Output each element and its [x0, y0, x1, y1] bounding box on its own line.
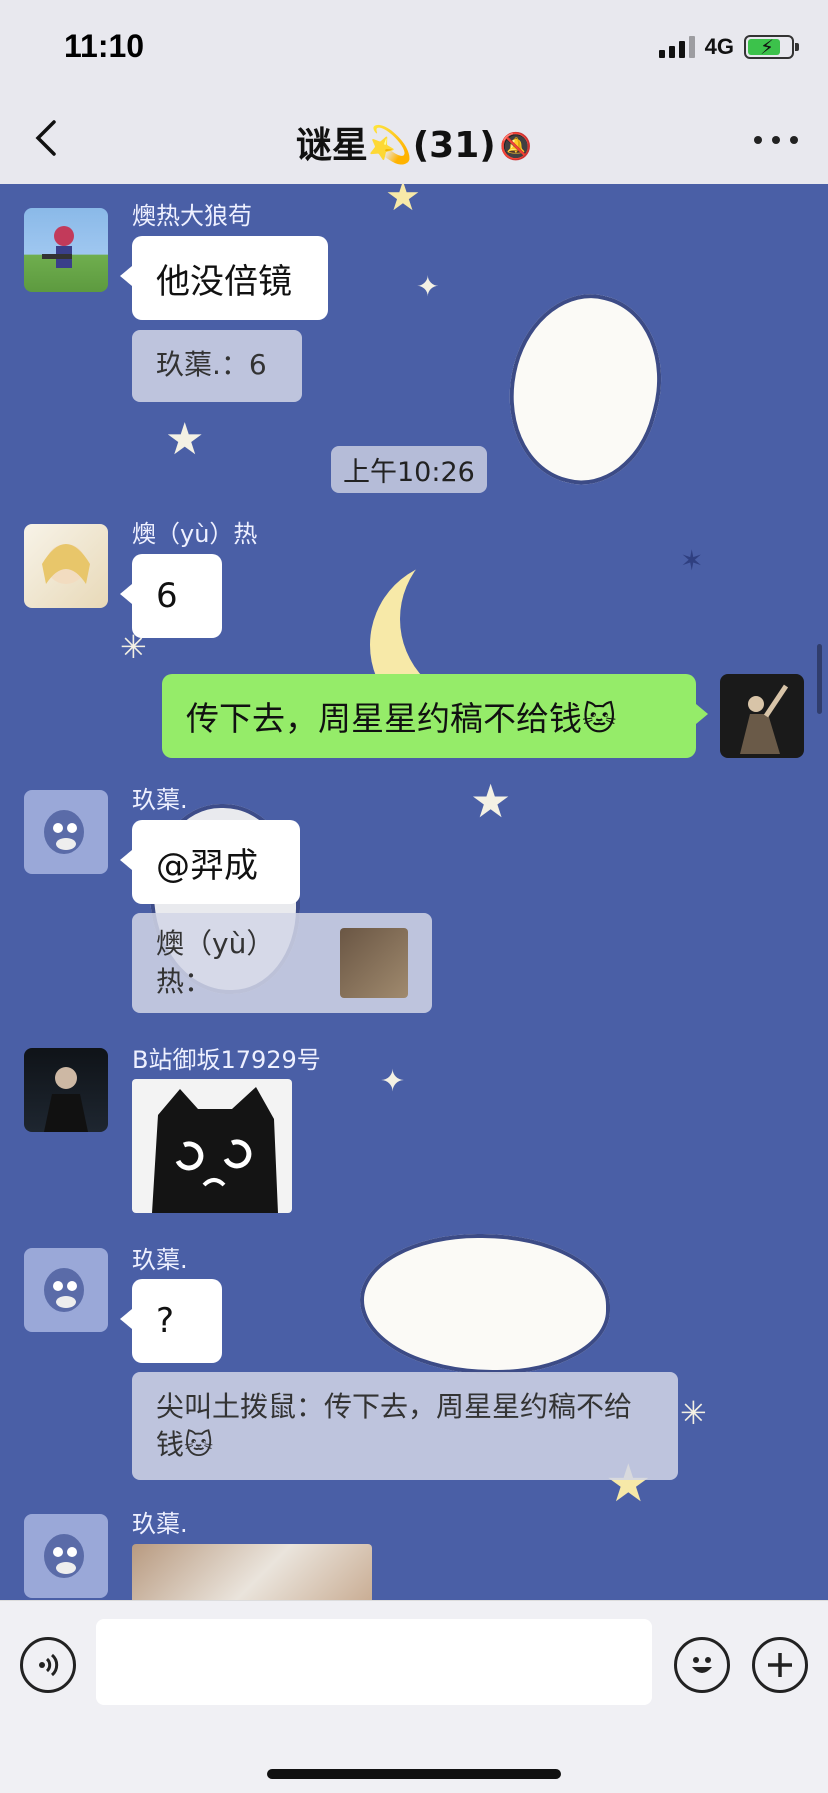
star-decoration: ✦: [380, 1064, 406, 1099]
status-time: 11:10: [64, 28, 145, 64]
message-bubble[interactable]: @羿成: [120, 820, 300, 904]
bear-decoration: [360, 1234, 610, 1374]
message-bubble[interactable]: 6: [120, 554, 222, 638]
avatar-cat-icon: [44, 1534, 84, 1578]
avatar-cat-icon: [44, 810, 84, 854]
quoted-message[interactable]: 尖叫土拨鼠：传下去，周星星约稿不给钱🐱: [132, 1372, 678, 1480]
avatar[interactable]: [24, 1248, 108, 1332]
chat-area[interactable]: ★ ★ ★ ★ ✦ ✦ ✳ ✳ ✶ 燠热大狼苟 他没倍镜 玖蕖.：6 上午10:…: [0, 184, 828, 1600]
avatar-figure-icon: [42, 226, 74, 268]
more-icon[interactable]: [754, 130, 798, 150]
mute-bell-icon: 🔕: [499, 132, 533, 162]
quoted-message[interactable]: 燠（yù）热：: [132, 913, 432, 1013]
battery-icon: ⚡: [744, 35, 799, 59]
voice-icon[interactable]: [20, 1637, 76, 1693]
avatar-figure-icon: [44, 1067, 88, 1132]
avatar[interactable]: [24, 790, 108, 874]
star-decoration: ★: [165, 414, 205, 465]
quoted-text: 燠（yù）热：: [156, 927, 275, 998]
star-decoration: ✶: [680, 544, 704, 577]
self-message-bubble[interactable]: 传下去，周星星约稿不给钱🐱: [162, 674, 708, 758]
sender-name: 玖蕖.: [132, 786, 188, 814]
chat-title: 谜星💫(31): [295, 125, 496, 166]
black-cat-sticker-icon: [152, 1087, 278, 1213]
emoji-icon[interactable]: [674, 1637, 730, 1693]
avatar[interactable]: [24, 1514, 108, 1598]
sender-name: 玖蕖.: [132, 1246, 188, 1274]
star-decoration: ✳: [680, 1394, 707, 1432]
plus-icon[interactable]: [752, 1637, 808, 1693]
bear-decoration: [487, 277, 683, 501]
star-decoration: ★: [385, 184, 421, 220]
status-icons: 4G ⚡: [658, 34, 799, 60]
timestamp: 上午10:26: [331, 446, 487, 493]
sender-name: 燠（yù）热: [132, 520, 258, 548]
message-bubble[interactable]: 他没倍镜: [120, 236, 328, 320]
sender-name: 燠热大狼苟: [132, 202, 252, 230]
sender-name: 玖蕖.: [132, 1510, 188, 1538]
avatar-cat-icon: [44, 1268, 84, 1312]
quoted-message[interactable]: 玖蕖.：6: [132, 330, 302, 402]
star-decoration: ✦: [416, 270, 440, 303]
chat-title-wrap[interactable]: 谜星💫(31) 🔕: [0, 116, 828, 168]
avatar-figure-icon: [42, 544, 90, 584]
avatar-figure-icon: [740, 684, 789, 754]
scrollbar[interactable]: [817, 644, 822, 714]
top-bar: 11:10 4G ⚡ 谜星💫(31) 🔕: [0, 0, 828, 184]
network-type: 4G: [704, 34, 734, 59]
signal-icon: [658, 36, 695, 58]
image-message[interactable]: [132, 1544, 372, 1600]
home-indicator: [267, 1769, 561, 1779]
input-bar: [0, 1600, 828, 1793]
self-avatar[interactable]: [720, 674, 804, 758]
avatar[interactable]: [24, 208, 108, 292]
avatar[interactable]: [24, 1048, 108, 1132]
image-message[interactable]: [132, 1079, 292, 1213]
sender-name: B站御坂17929号: [132, 1046, 321, 1074]
message-input[interactable]: [96, 1619, 652, 1705]
avatar[interactable]: [24, 524, 108, 608]
message-bubble[interactable]: ?: [120, 1279, 222, 1363]
star-decoration: ★: [470, 774, 512, 828]
quoted-image-thumbnail[interactable]: [339, 928, 408, 998]
